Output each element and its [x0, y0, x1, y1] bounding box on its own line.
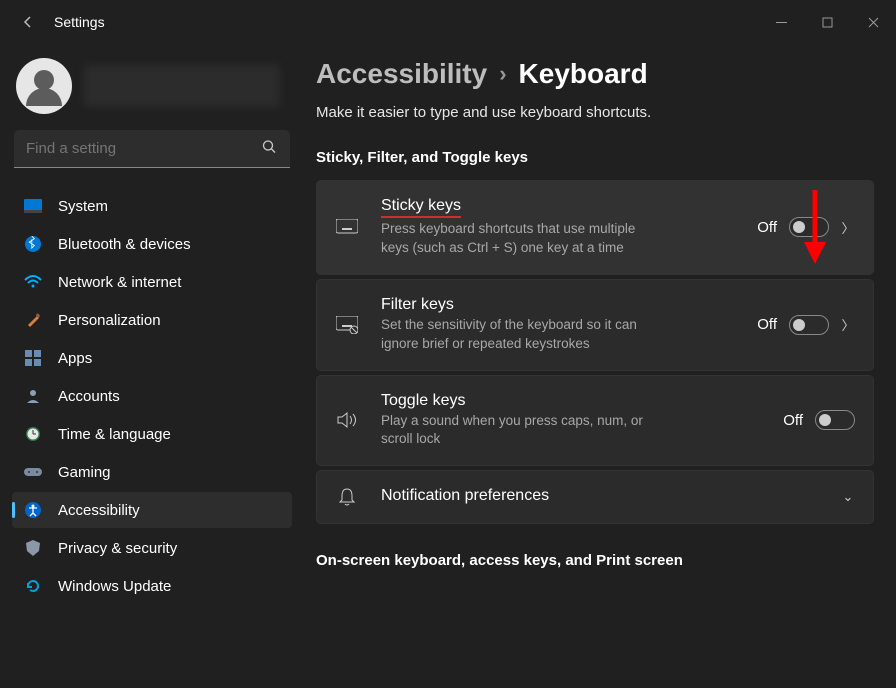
sidebar-item-label: Bluetooth & devices: [58, 236, 191, 253]
sidebar-item-label: Time & language: [58, 426, 171, 443]
sticky-keys-state: Off: [757, 219, 777, 236]
paint-icon: [24, 311, 42, 329]
sidebar-item-accounts[interactable]: Accounts: [12, 378, 292, 414]
notification-title: Notification preferences: [381, 487, 819, 505]
back-button[interactable]: [20, 14, 36, 30]
sidebar-item-apps[interactable]: Apps: [12, 340, 292, 376]
page-subtitle: Make it easier to type and use keyboard …: [316, 104, 874, 121]
sidebar-item-label: Windows Update: [58, 578, 171, 595]
sidebar-item-label: Privacy & security: [58, 540, 177, 557]
sidebar-item-label: Personalization: [58, 312, 161, 329]
chevron-right-icon[interactable]: 〉: [841, 218, 855, 237]
sidebar-item-label: Apps: [58, 350, 92, 367]
apps-icon: [24, 349, 42, 367]
sticky-keys-card[interactable]: Sticky keys Press keyboard shortcuts tha…: [316, 180, 874, 275]
breadcrumb: Accessibility › Keyboard: [316, 58, 874, 90]
speaker-icon: [335, 411, 359, 429]
sidebar-item-label: System: [58, 198, 108, 215]
filter-keys-card[interactable]: Filter keys Set the sensitivity of the k…: [316, 279, 874, 371]
clock-icon: [24, 425, 42, 443]
sidebar-item-gaming[interactable]: Gaming: [12, 454, 292, 490]
avatar: [16, 58, 72, 114]
sidebar-item-update[interactable]: Windows Update: [12, 568, 292, 604]
gaming-icon: [24, 463, 42, 481]
sidebar-item-personalization[interactable]: Personalization: [12, 302, 292, 338]
sidebar-item-network[interactable]: Network & internet: [12, 264, 292, 300]
toggle-keys-toggle[interactable]: [815, 410, 855, 430]
keyboard-filter-icon: [335, 316, 359, 334]
sidebar-item-label: Accounts: [58, 388, 120, 405]
sticky-keys-desc: Press keyboard shortcuts that use multip…: [381, 220, 661, 258]
sidebar-item-label: Network & internet: [58, 274, 181, 291]
update-icon: [24, 577, 42, 595]
keyboard-icon: [335, 219, 359, 235]
toggle-keys-desc: Play a sound when you press caps, num, o…: [381, 412, 661, 450]
window-title: Settings: [54, 14, 105, 30]
sidebar-item-label: Accessibility: [58, 502, 140, 519]
chevron-right-icon: ›: [499, 61, 506, 87]
filter-keys-title: Filter keys: [381, 296, 735, 314]
shield-icon: [24, 539, 42, 557]
breadcrumb-parent[interactable]: Accessibility: [316, 58, 487, 90]
breadcrumb-current: Keyboard: [519, 58, 648, 90]
accessibility-icon: [24, 501, 42, 519]
user-name-redacted: [84, 65, 280, 107]
search-input[interactable]: [14, 130, 290, 168]
search-icon: [262, 140, 276, 159]
filter-keys-toggle[interactable]: [789, 315, 829, 335]
sticky-keys-title: Sticky keys: [381, 197, 461, 218]
toggle-keys-state: Off: [783, 412, 803, 429]
accounts-icon: [24, 387, 42, 405]
chevron-down-icon[interactable]: ⌄: [841, 489, 855, 505]
filter-keys-desc: Set the sensitivity of the keyboard so i…: [381, 316, 661, 354]
section-header-sticky: Sticky, Filter, and Toggle keys: [316, 149, 874, 166]
bell-icon: [335, 487, 359, 507]
sidebar-item-privacy[interactable]: Privacy & security: [12, 530, 292, 566]
toggle-keys-card[interactable]: Toggle keys Play a sound when you press …: [316, 375, 874, 467]
bluetooth-icon: [24, 235, 42, 253]
sidebar-item-accessibility[interactable]: Accessibility: [12, 492, 292, 528]
filter-keys-state: Off: [757, 316, 777, 333]
minimize-button[interactable]: [758, 6, 804, 38]
maximize-button[interactable]: [804, 6, 850, 38]
sidebar-item-system[interactable]: System: [12, 188, 292, 224]
user-profile[interactable]: [16, 58, 288, 114]
sidebar-item-label: Gaming: [58, 464, 111, 481]
section-header-onscreen: On-screen keyboard, access keys, and Pri…: [316, 552, 874, 569]
wifi-icon: [24, 273, 42, 291]
toggle-keys-title: Toggle keys: [381, 392, 761, 410]
sticky-keys-toggle[interactable]: [789, 217, 829, 237]
close-button[interactable]: [850, 6, 896, 38]
system-icon: [24, 197, 42, 215]
chevron-right-icon[interactable]: 〉: [841, 315, 855, 334]
sidebar-item-time[interactable]: Time & language: [12, 416, 292, 452]
sidebar-item-bluetooth[interactable]: Bluetooth & devices: [12, 226, 292, 262]
notification-preferences-card[interactable]: Notification preferences ⌄: [316, 470, 874, 524]
